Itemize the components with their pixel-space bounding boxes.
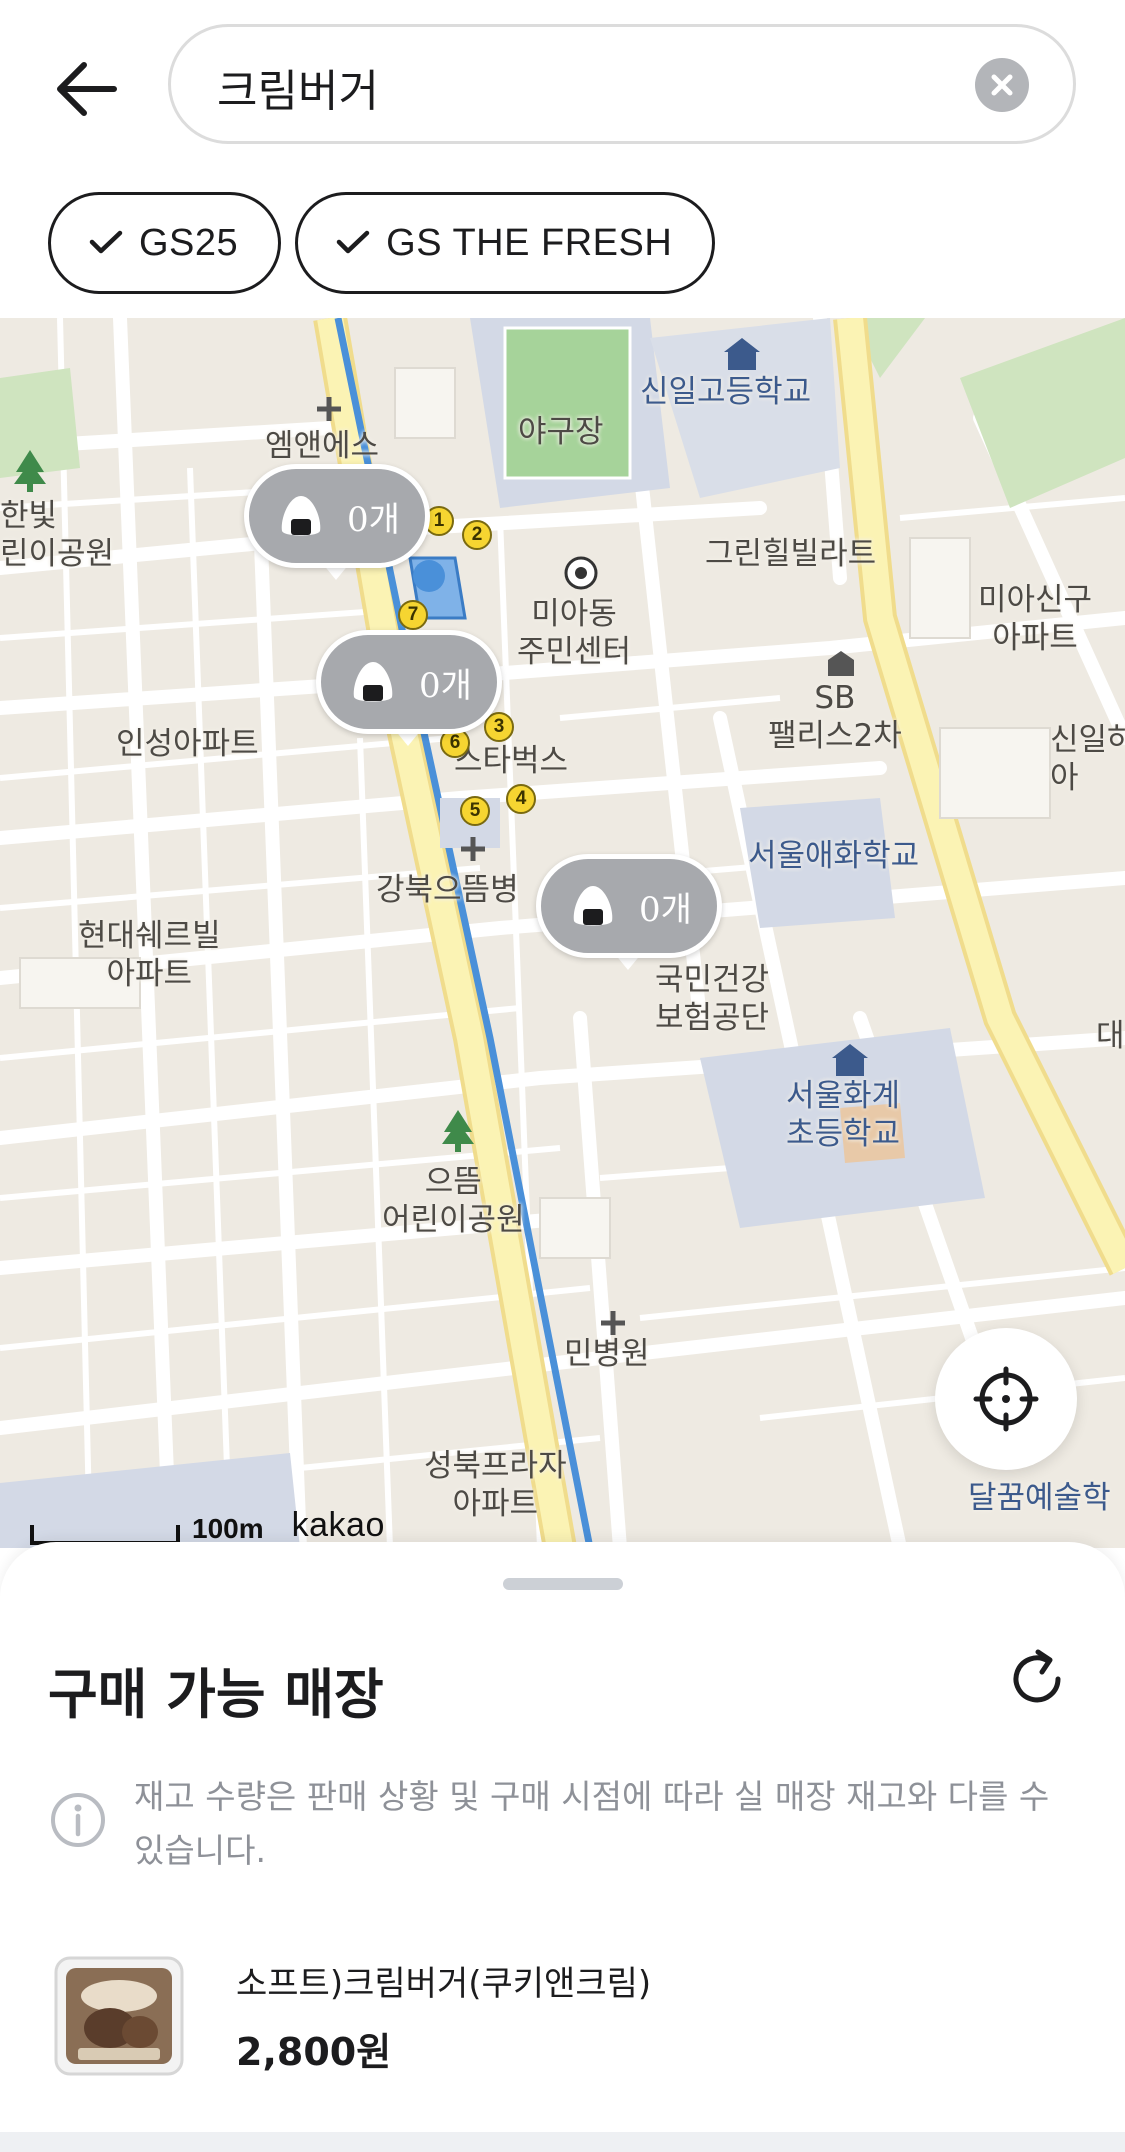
scale-label: 100m — [192, 1513, 264, 1544]
refresh-icon — [1013, 1649, 1061, 1703]
sheet-title: 구매 가능 매장 — [48, 1663, 384, 1726]
marker-bubble: 0개 — [316, 630, 502, 734]
stock-count: 0개 — [419, 665, 472, 706]
available-stores-sheet: 구매 가능 매장 재고 수량은 판매 상황 및 구매 시점에 따라 실 매장 재… — [0, 1542, 1125, 2152]
map-label-community-center: 미아동 주민센터 — [517, 596, 632, 670]
map-label-apartment: 미아신구 아파트 — [978, 582, 1093, 656]
map-label-building: 엠앤에스 — [265, 428, 380, 464]
product-price: 2,800원 — [236, 2030, 392, 2074]
filter-chip-gs25[interactable]: GS25 — [48, 192, 282, 294]
government-office-icon — [564, 556, 598, 590]
map-label-apartment: 현대쉐르빌 아파트 — [78, 918, 221, 992]
info-icon — [51, 1793, 105, 1847]
map-label-school: 신일하 아 — [1050, 722, 1125, 796]
check-icon — [89, 230, 123, 254]
product-list-item[interactable]: 소프트)크림버거(쿠키앤크림) 2,800원 — [48, 1950, 1078, 2082]
map-label-apartment: SB 팰리스2차 — [768, 680, 902, 754]
product-image — [54, 1956, 184, 2076]
hospital-icon — [461, 837, 485, 861]
map-label-building: 대 — [1096, 1018, 1125, 1054]
map-label-school: 달꿈예술학 — [968, 1480, 1111, 1516]
school-icon — [724, 338, 760, 370]
product-thumbnail — [48, 1950, 190, 2082]
tree-icon — [14, 450, 46, 492]
product-name: 소프트)크림버거(쿠키앤크림) — [236, 1964, 652, 2004]
map-label-park: 한빛 린이공원 — [0, 498, 115, 572]
filter-chip-label: GS THE FRESH — [386, 221, 673, 264]
stock-count: 0개 — [639, 889, 692, 930]
clear-search-button[interactable] — [975, 58, 1029, 112]
filter-chip-gs-the-fresh[interactable]: GS THE FRESH — [295, 192, 716, 294]
filter-chip-label: GS25 — [139, 221, 239, 264]
store-map[interactable]: 신일고등학교 야구장 엠앤에스 한빛 린이공원 그린힐빌라트 미아신구 아파트 … — [0, 318, 1125, 1548]
tree-icon — [442, 1110, 474, 1152]
sheet-drag-handle[interactable] — [503, 1578, 623, 1590]
school-icon — [832, 1044, 868, 1076]
map-label-building: 그린힐빌라트 — [705, 536, 877, 572]
crosshair-icon — [973, 1366, 1039, 1432]
search-input[interactable]: 크림버거 — [168, 24, 1076, 144]
hospital-icon — [601, 1311, 625, 1335]
stock-count: 0개 — [347, 499, 400, 540]
map-label-field: 야구장 — [518, 414, 604, 450]
map-label-apartment: 인성아파트 — [116, 726, 259, 762]
hospital-icon — [317, 397, 341, 421]
marker-bubble: 0개 — [536, 854, 722, 958]
bottom-divider — [0, 2132, 1125, 2152]
check-icon — [336, 230, 370, 254]
current-location-button[interactable] — [935, 1328, 1077, 1470]
rice-ball-icon — [281, 496, 321, 536]
map-brand-logo: kakao — [291, 1506, 385, 1544]
rice-ball-icon — [573, 886, 613, 926]
search-header: 크림버거 — [0, 0, 1125, 170]
subway-exit-badge: 5 — [460, 796, 490, 826]
arrow-left-icon — [57, 62, 117, 116]
map-label-hospital: 민병원 — [564, 1336, 650, 1372]
map-label-school: 서울화계 초등학교 — [786, 1078, 901, 1152]
subway-exit-badge: 7 — [398, 600, 428, 630]
stock-notice: 재고 수량은 판매 상황 및 구매 시점에 따라 실 매장 재고와 다를 수 있… — [48, 1770, 1078, 1878]
building-icon — [828, 651, 854, 676]
rice-ball-icon — [353, 662, 393, 702]
store-filter-chips: GS25 GS THE FRESH — [48, 192, 716, 294]
store-marker[interactable]: 0개 — [536, 854, 722, 974]
map-label-school: 신일고등학교 — [640, 374, 812, 410]
map-label-apartment: 성북프라자 아파트 — [424, 1448, 567, 1522]
map-label-school: 서울애화학교 — [748, 838, 920, 874]
close-circle-icon — [991, 74, 1013, 96]
product-info: 소프트)크림버거(쿠키앤크림) 2,800원 — [236, 1956, 651, 2076]
back-button[interactable] — [40, 44, 130, 134]
subway-exit-badge: 2 — [462, 520, 492, 550]
map-label-park: 으뜸 어린이공원 — [382, 1164, 525, 1238]
refresh-button[interactable] — [1002, 1644, 1072, 1714]
store-marker[interactable]: 0개 — [316, 630, 502, 750]
map-scale: 100m kakao — [30, 1506, 385, 1545]
subway-exit-badge: 4 — [506, 784, 536, 814]
map-label-hospital: 강북으뜸병 — [376, 872, 519, 908]
notice-text: 재고 수량은 판매 상황 및 구매 시점에 따라 실 매장 재고와 다를 수 있… — [134, 1777, 1050, 1870]
search-query: 크림버거 — [217, 66, 379, 117]
marker-bubble: 0개 — [244, 464, 430, 568]
store-marker[interactable]: 0개 — [244, 464, 430, 584]
